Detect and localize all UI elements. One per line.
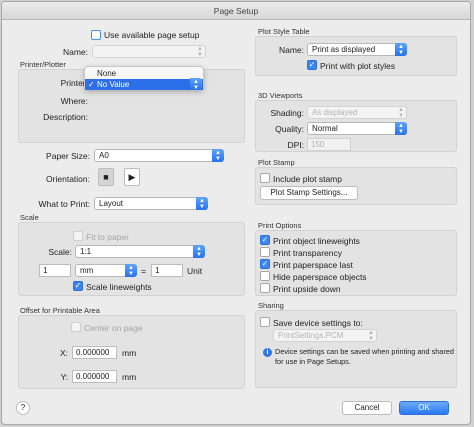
window-title: Page Setup: [2, 2, 470, 20]
print-object-lineweights-label: Print object lineweights: [273, 236, 360, 246]
orientation-label: Orientation:: [46, 174, 90, 184]
print-upside-down-label: Print upside down: [273, 284, 341, 294]
y-unit-label: mm: [122, 372, 137, 382]
plot-style-name-label: Name:: [278, 45, 304, 55]
sharing-info-line1: Device settings can be saved when printi…: [275, 347, 454, 356]
scale-lineweights-checkbox[interactable]: ✓: [73, 281, 83, 291]
scale-lineweights-label: Scale lineweights: [86, 282, 152, 292]
print-with-plot-styles-checkbox[interactable]: ✓: [307, 60, 317, 70]
paper-size-value: A0: [99, 151, 109, 160]
chevron-updown-icon: ▲ ▼: [395, 122, 407, 135]
sharing-info-line2: for use in Page Setups.: [275, 357, 351, 366]
what-to-print-value: Layout: [99, 199, 124, 208]
scale-select[interactable]: 1:1 ▲ ▼: [75, 245, 205, 258]
chevron-updown-icon: ▲ ▼: [190, 78, 202, 91]
quality-value: Normal: [312, 124, 338, 133]
chevron-updown-icon: ▲ ▼: [395, 43, 407, 56]
print-with-plot-styles-label: Print with plot styles: [320, 61, 396, 71]
dpi-input[interactable]: 150: [307, 138, 351, 151]
equals-sign: =: [141, 266, 146, 276]
dpi-label: DPI:: [287, 140, 304, 150]
chevron-updown-icon: ▲ ▼: [197, 46, 203, 58]
scale-left-input[interactable]: 1: [39, 264, 71, 277]
device-settings-file-value: PrintSettings.PCM: [278, 331, 344, 340]
chevron-updown-icon: ▲ ▼: [368, 330, 374, 342]
name-label: Name:: [62, 47, 88, 57]
print-paperspace-last-label: Print paperspace last: [273, 260, 353, 270]
hide-paperspace-objects-checkbox[interactable]: [260, 271, 270, 281]
use-available-page-setup-label: Use available page setup: [104, 30, 200, 40]
center-on-page-checkbox[interactable]: [71, 322, 81, 332]
scale-label: Scale:: [48, 247, 72, 257]
chevron-updown-icon: ▲ ▼: [193, 245, 205, 258]
checkmark-icon: ✓: [88, 80, 95, 89]
scale-unit-value: mm: [80, 266, 94, 275]
printer-label: Printer:: [60, 78, 88, 88]
include-plot-stamp-label: Include plot stamp: [273, 174, 342, 184]
shading-select[interactable]: As displayed ▲ ▼: [307, 106, 407, 119]
quality-select[interactable]: Normal ▲ ▼: [307, 122, 407, 135]
portrait-icon[interactable]: ■: [98, 168, 114, 186]
page-setup-name-select[interactable]: ▲ ▼: [92, 45, 206, 58]
include-plot-stamp-checkbox[interactable]: [260, 173, 270, 183]
x-label: X:: [59, 348, 68, 358]
chevron-updown-icon: ▲ ▼: [212, 149, 224, 162]
viewports-3d-title: 3D Viewports: [258, 91, 303, 100]
print-paperspace-last-checkbox[interactable]: ✓: [260, 259, 270, 269]
print-upside-down-checkbox[interactable]: [260, 283, 270, 293]
scale-title: Scale: [20, 213, 39, 222]
print-object-lineweights-checkbox[interactable]: ✓: [260, 235, 270, 245]
cancel-button[interactable]: Cancel: [342, 401, 392, 415]
print-transparency-label: Print transparency: [273, 248, 342, 258]
chevron-updown-icon: ▲ ▼: [125, 264, 137, 277]
where-label: Where:: [60, 96, 88, 106]
use-available-page-setup-checkbox[interactable]: [91, 30, 101, 40]
shading-label: Shading:: [270, 108, 304, 118]
hide-paperspace-objects-label: Hide paperspace objects: [273, 272, 367, 282]
scale-unit-select[interactable]: mm ▲ ▼: [75, 264, 137, 277]
printer-option-none[interactable]: None: [85, 68, 203, 79]
what-to-print-select[interactable]: Layout ▲ ▼: [94, 197, 208, 210]
plot-stamp-title: Plot Stamp: [258, 158, 295, 167]
center-on-page-label: Center on page: [84, 323, 143, 333]
sharing-title: Sharing: [258, 301, 284, 310]
ok-button[interactable]: OK: [399, 401, 449, 415]
paper-size-label: Paper Size:: [46, 151, 90, 161]
fit-to-paper-label: Fit to paper: [86, 232, 129, 242]
plot-style-name-value: Print as displayed: [312, 45, 376, 54]
fit-to-paper-checkbox[interactable]: [73, 231, 83, 241]
page-setup-window: Page Setup Use available page setup Name…: [1, 1, 471, 425]
offset-title: Offset for Printable Area: [20, 306, 100, 315]
save-device-settings-label: Save device settings to:: [273, 318, 363, 328]
x-offset-input[interactable]: 0.000000: [72, 346, 117, 359]
help-icon[interactable]: ?: [16, 401, 30, 415]
print-transparency-checkbox[interactable]: [260, 247, 270, 257]
plot-style-table-title: Plot Style Table: [258, 27, 310, 36]
info-icon: i: [263, 348, 272, 357]
chevron-updown-icon: ▲ ▼: [196, 197, 208, 210]
scale-value: 1:1: [80, 247, 92, 256]
quality-label: Quality:: [275, 124, 304, 134]
scale-right-input[interactable]: 1: [151, 264, 183, 277]
printer-option-no-value[interactable]: ✓ No Value: [85, 79, 203, 90]
print-options-title: Print Options: [258, 221, 302, 230]
device-settings-file-select[interactable]: PrintSettings.PCM ▲ ▼: [273, 329, 377, 342]
save-device-settings-checkbox[interactable]: [260, 317, 270, 327]
description-label: Description:: [43, 112, 88, 122]
landscape-icon[interactable]: ▶: [124, 168, 140, 186]
printer-dropdown-menu: None ✓ No Value ▲ ▼: [84, 66, 204, 91]
shading-value: As displayed: [312, 108, 358, 117]
plot-style-name-select[interactable]: Print as displayed ▲ ▼: [307, 43, 407, 56]
paper-size-select[interactable]: A0 ▲ ▼: [94, 149, 224, 162]
printer-option-no-value-label: No Value: [97, 80, 130, 89]
y-offset-input[interactable]: 0.000000: [72, 370, 117, 383]
x-unit-label: mm: [122, 348, 137, 358]
printer-plotter-title: Printer/Plotter: [20, 60, 66, 69]
plot-stamp-settings-button[interactable]: Plot Stamp Settings...: [260, 186, 358, 200]
what-to-print-label: What to Print:: [38, 199, 91, 209]
unit-label: Unit: [187, 266, 203, 276]
y-label: Y:: [60, 372, 68, 382]
chevron-updown-icon: ▲ ▼: [398, 107, 404, 119]
